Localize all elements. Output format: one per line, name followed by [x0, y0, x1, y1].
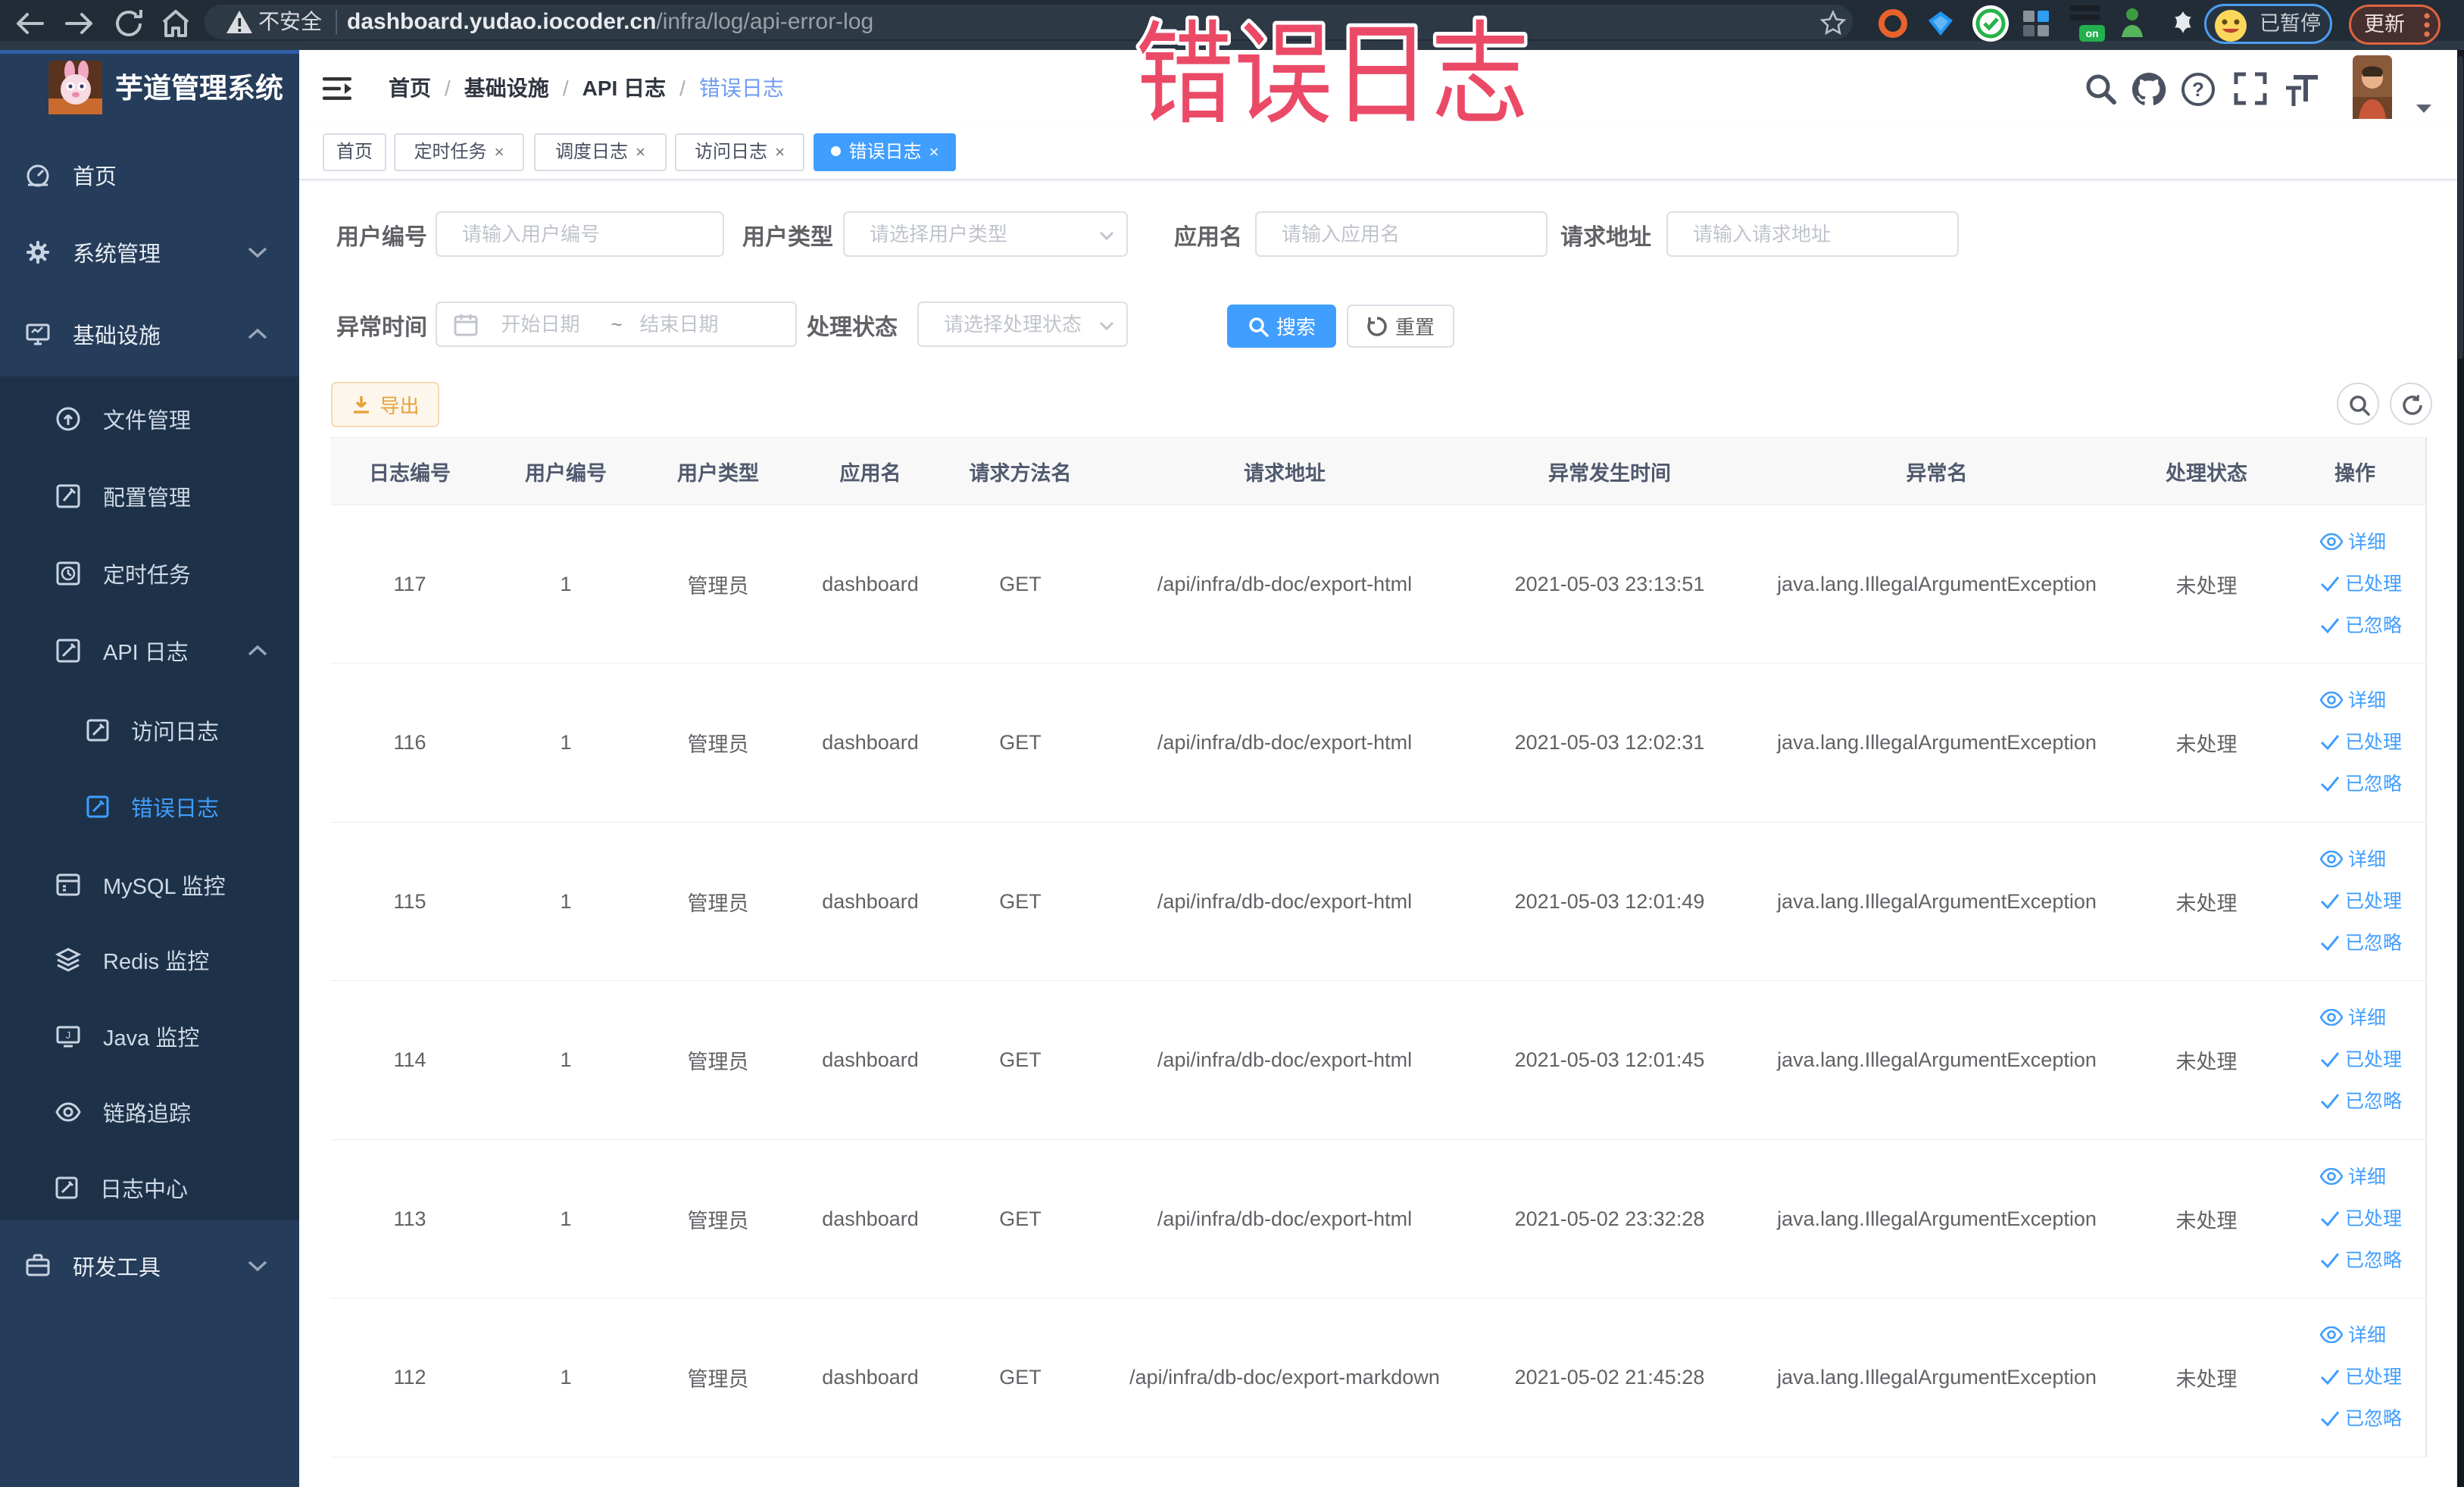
svg-text:错误日志: 错误日志	[1135, 0, 1529, 144]
svg-text:J: J	[66, 1029, 71, 1041]
svg-text:?: ?	[2192, 78, 2204, 101]
svg-text:on: on	[2085, 27, 2098, 39]
